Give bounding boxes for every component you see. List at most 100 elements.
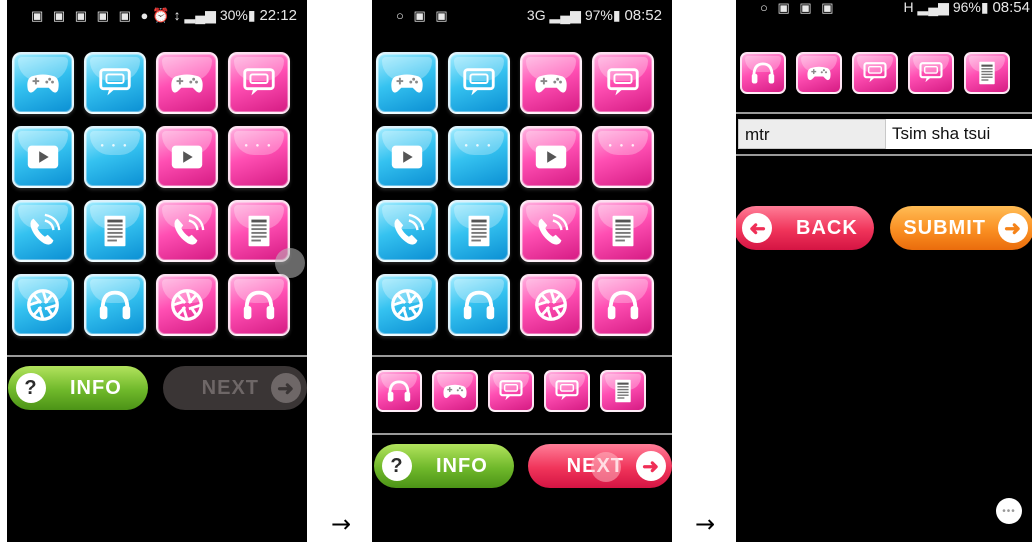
app-tile-video-play-blue[interactable]	[376, 126, 438, 188]
document-icon	[973, 59, 1001, 87]
chat-bubble-icon	[861, 59, 889, 87]
selected-headphones-tile[interactable]	[740, 52, 786, 94]
next-button-disabled[interactable]: NEXT ➜	[163, 366, 307, 410]
screen-3-route-form: ○ ▣ ▣ ▣ H ▂▄▆ 96%▮ 08:54 mtr Tsim sha ts…	[736, 0, 1032, 542]
app-tile-document-blue[interactable]	[84, 200, 146, 262]
submit-button[interactable]: SUBMIT ➜	[890, 206, 1032, 250]
app-tile-chat-bubble-blue[interactable]	[84, 52, 146, 114]
selected-chat-bubble-tile[interactable]	[544, 370, 590, 412]
chat-bubble-icon	[240, 64, 278, 102]
info-button[interactable]: ? INFO	[374, 444, 514, 488]
selected-document-tile[interactable]	[600, 370, 646, 412]
video-play-icon	[168, 138, 206, 176]
phone-icon	[532, 212, 570, 250]
selected-icons-row	[740, 52, 1010, 94]
gamepad-icon	[24, 64, 62, 102]
question-icon: ?	[16, 373, 46, 403]
icon-grid: Social Media ● ● ● Social Media ● ● ●	[376, 52, 654, 336]
selected-icons-row	[376, 370, 646, 412]
app-tile-document-blue[interactable]	[448, 200, 510, 262]
app-tile-headphones-pink[interactable]	[228, 274, 290, 336]
selected-chat-bubble-tile[interactable]	[488, 370, 534, 412]
info-label: INFO	[70, 376, 122, 399]
submit-label: SUBMIT	[903, 216, 986, 239]
app-tile-phone-pink[interactable]	[520, 200, 582, 262]
camera-shutter-icon	[388, 286, 426, 324]
app-tile-phone-blue[interactable]	[12, 200, 74, 262]
icon-grid: Social Media ● ● ● Social Media ● ● ●	[12, 52, 290, 336]
gamepad-icon	[441, 377, 469, 405]
status-notification-icons: ○ ▣ ▣	[396, 8, 451, 23]
selected-chat-bubble-tile[interactable]	[908, 52, 954, 94]
divider	[7, 355, 307, 357]
app-tile-camera-shutter-pink[interactable]	[156, 274, 218, 336]
social-media-label: Social Media	[458, 128, 500, 129]
status-time: 22:12	[259, 7, 297, 24]
app-tile-camera-shutter-blue[interactable]	[376, 274, 438, 336]
back-label: BACK	[796, 216, 858, 239]
origin-field[interactable]: mtr	[738, 119, 886, 149]
more-options-icon[interactable]: •••	[996, 498, 1022, 524]
destination-field[interactable]: Tsim sha tsui	[886, 119, 1032, 149]
app-tile-headphones-blue[interactable]	[84, 274, 146, 336]
gamepad-icon	[388, 64, 426, 102]
selected-headphones-tile[interactable]	[376, 370, 422, 412]
social-media-label: Social Media	[602, 128, 644, 129]
app-tile-social-media-blue[interactable]: Social Media ● ● ●	[448, 126, 510, 188]
status-system-icons: ⏰ ↕ ▂▄▆ 30%▮	[152, 7, 260, 23]
document-icon	[604, 212, 642, 250]
headphones-icon	[240, 286, 278, 324]
selected-gamepad-tile[interactable]	[796, 52, 842, 94]
selected-chat-bubble-tile[interactable]	[852, 52, 898, 94]
gamepad-icon	[532, 64, 570, 102]
back-button[interactable]: ➜ BACK	[736, 206, 874, 250]
social-media-icon: ● ● ●	[608, 143, 638, 149]
info-button[interactable]: ? INFO	[8, 366, 148, 410]
divider	[736, 154, 1032, 156]
app-tile-gamepad-blue[interactable]	[376, 52, 438, 114]
arrow-right-icon: ➜	[636, 451, 666, 481]
chat-bubble-icon	[460, 64, 498, 102]
status-system-icons: 3G ▂▄▆ 97%▮	[526, 7, 625, 23]
social-media-label: Social Media	[94, 128, 136, 129]
app-tile-video-play-blue[interactable]	[12, 126, 74, 188]
document-icon	[96, 212, 134, 250]
app-tile-social-media-pink[interactable]: Social Media ● ● ●	[592, 126, 654, 188]
app-tile-phone-blue[interactable]	[376, 200, 438, 262]
headphones-icon	[385, 377, 413, 405]
app-tile-camera-shutter-blue[interactable]	[12, 274, 74, 336]
camera-shutter-icon	[532, 286, 570, 324]
headphones-icon	[604, 286, 642, 324]
social-media-label: Social Media	[238, 128, 280, 129]
app-tile-gamepad-pink[interactable]	[156, 52, 218, 114]
app-tile-gamepad-blue[interactable]	[12, 52, 74, 114]
flow-arrow: →	[331, 510, 352, 538]
app-tile-social-media-blue[interactable]: Social Media ● ● ●	[84, 126, 146, 188]
arrow-left-icon: ➜	[742, 213, 772, 243]
status-notification-icons: ○ ▣ ▣ ▣	[760, 0, 837, 15]
status-notification-icons: ▣ ▣ ▣ ▣ ▣ ●	[31, 8, 152, 23]
app-tile-chat-bubble-pink[interactable]	[592, 52, 654, 114]
app-tile-video-play-pink[interactable]	[156, 126, 218, 188]
app-tile-video-play-pink[interactable]	[520, 126, 582, 188]
chat-bubble-icon	[917, 59, 945, 87]
app-tile-phone-pink[interactable]	[156, 200, 218, 262]
camera-shutter-icon	[24, 286, 62, 324]
app-tile-gamepad-pink[interactable]	[520, 52, 582, 114]
app-tile-social-media-pink[interactable]: Social Media ● ● ●	[228, 126, 290, 188]
app-tile-headphones-pink[interactable]	[592, 274, 654, 336]
document-icon	[460, 212, 498, 250]
status-bar: ○ ▣ ▣ ▣ H ▂▄▆ 96%▮ 08:54	[736, 0, 1032, 22]
selected-document-tile[interactable]	[964, 52, 1010, 94]
app-tile-document-pink[interactable]	[592, 200, 654, 262]
screen-2-selection: ○ ▣ ▣ 3G ▂▄▆ 97%▮ 08:52 Social Media ● ● …	[372, 0, 672, 542]
selected-gamepad-tile[interactable]	[432, 370, 478, 412]
app-tile-camera-shutter-pink[interactable]	[520, 274, 582, 336]
app-tile-chat-bubble-pink[interactable]	[228, 52, 290, 114]
app-tile-chat-bubble-blue[interactable]	[448, 52, 510, 114]
gamepad-icon	[805, 59, 833, 87]
app-tile-headphones-blue[interactable]	[448, 274, 510, 336]
phone-icon	[168, 212, 206, 250]
divider	[372, 355, 672, 357]
status-time: 08:52	[624, 7, 662, 24]
